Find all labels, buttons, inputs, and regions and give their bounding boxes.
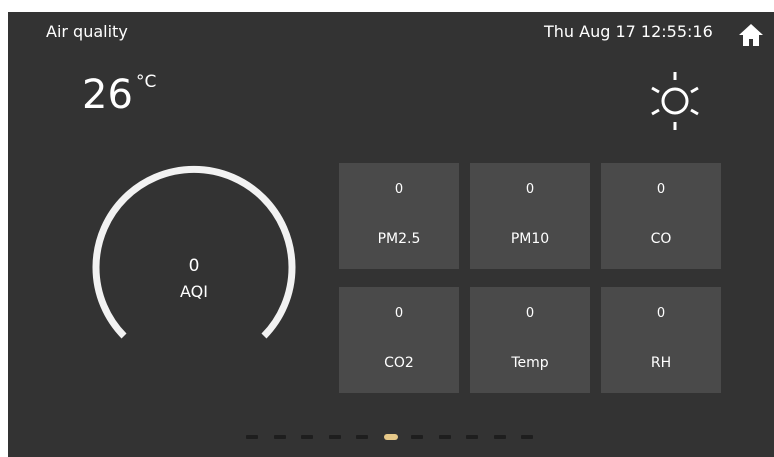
- aqi-gauge: [92, 165, 296, 339]
- page-dot[interactable]: [328, 435, 341, 439]
- sensor-label: PM10: [510, 231, 550, 247]
- sensor-value: 0: [656, 306, 666, 321]
- page-dot[interactable]: [493, 435, 506, 439]
- sensor-tile-pm10[interactable]: 0 PM10: [470, 163, 590, 269]
- sensor-label: CO2: [384, 355, 414, 371]
- page-indicator: [246, 433, 566, 441]
- sensor-value: 0: [394, 182, 404, 197]
- page-dot[interactable]: [301, 435, 313, 439]
- page-dot[interactable]: [356, 435, 368, 439]
- sensor-label: CO: [650, 231, 672, 247]
- page-dot[interactable]: [246, 435, 258, 439]
- weather-status: [646, 70, 704, 132]
- sensor-tile-temp[interactable]: 0 Temp: [470, 287, 590, 393]
- screen-title: Air quality: [46, 22, 128, 41]
- sensor-value: 0: [394, 306, 404, 321]
- page-dot[interactable]: [521, 435, 533, 439]
- sensor-label: Temp: [511, 355, 549, 371]
- page-dot[interactable]: [411, 435, 423, 439]
- temperature-unit: °C: [136, 72, 157, 92]
- sensor-tile-pm25[interactable]: 0 PM2.5: [339, 163, 459, 269]
- air-quality-screen: Air quality Thu Aug 17 12:55:16 26 °C 0 …: [8, 12, 774, 457]
- sensor-tile-co2[interactable]: 0 CO2: [339, 287, 459, 393]
- sensor-label: RH: [650, 355, 672, 371]
- page-dot[interactable]: [273, 435, 286, 439]
- aqi-gauge-arc: [92, 165, 296, 339]
- page-dot-active[interactable]: [383, 434, 398, 440]
- sensor-value: 0: [656, 182, 666, 197]
- sun-icon: [651, 72, 699, 130]
- sensor-label: PM2.5: [377, 231, 421, 247]
- sensor-tile-rh[interactable]: 0 RH: [601, 287, 721, 393]
- temperature-value: 26: [82, 72, 133, 118]
- aqi-label: AQI: [180, 282, 208, 301]
- aqi-value: 0: [188, 256, 200, 276]
- datetime-display: Thu Aug 17 12:55:16: [544, 22, 713, 41]
- home-icon: [739, 24, 763, 46]
- sensor-value: 0: [525, 306, 535, 321]
- page-dot[interactable]: [466, 435, 478, 439]
- sensor-tile-co[interactable]: 0 CO: [601, 163, 721, 269]
- page-dot[interactable]: [438, 435, 451, 439]
- home-button[interactable]: [738, 22, 764, 48]
- sensor-value: 0: [525, 182, 535, 197]
